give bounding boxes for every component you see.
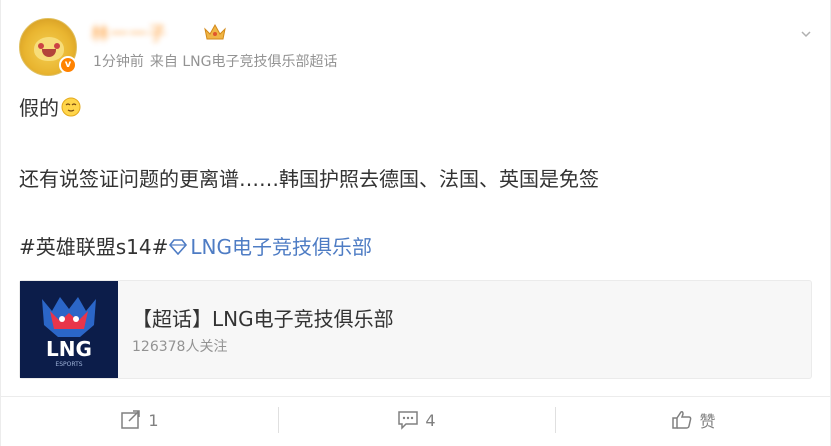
comment-count: 4 bbox=[425, 410, 436, 430]
post-meta: 1分钟前 来自 LNG电子竞技俱乐部超话 bbox=[93, 51, 344, 71]
like-icon bbox=[672, 411, 692, 429]
supertopic-card[interactable]: LNG ESPORTS 【超话】LNG电子竞技俱乐部 126378人关注 bbox=[19, 280, 812, 379]
post-time[interactable]: 1分钟前 bbox=[93, 54, 144, 70]
repost-icon bbox=[121, 410, 141, 429]
post-source[interactable]: 来自 LNG电子竞技俱乐部超话 bbox=[150, 54, 338, 70]
svg-text:ESPORTS: ESPORTS bbox=[55, 361, 82, 368]
crown-icon bbox=[204, 23, 226, 40]
emoji-icon bbox=[61, 97, 81, 117]
username[interactable]: 林一一子 bbox=[91, 20, 167, 45]
supertopic-follower-count: 126378人关注 bbox=[132, 339, 228, 355]
hashtag-link[interactable]: #英雄联盟s14# bbox=[19, 235, 168, 259]
supertopic-title[interactable]: 【超话】LNG电子竞技俱乐部 bbox=[132, 303, 394, 332]
comment-icon bbox=[398, 411, 419, 430]
post-text: 假的 bbox=[19, 96, 59, 120]
action-bar: 1 4 赞 bbox=[1, 396, 831, 446]
verified-badge-icon: v bbox=[59, 56, 77, 74]
like-button[interactable]: 赞 bbox=[555, 397, 831, 443]
supertopic-diamond-icon bbox=[169, 239, 188, 255]
svg-text:LNG: LNG bbox=[46, 337, 92, 361]
chevron-down-icon[interactable] bbox=[800, 28, 812, 40]
repost-count: 1 bbox=[148, 410, 159, 430]
lng-logo: LNG ESPORTS bbox=[20, 281, 118, 378]
supertopic-link[interactable]: LNG电子竞技俱乐部 bbox=[190, 235, 372, 259]
comment-button[interactable]: 4 bbox=[278, 397, 555, 443]
weibo-post-card: v 林一一子 1分钟前 来自 LNG电子竞技俱乐部超话 假的 还有说签证问题的更离… bbox=[0, 0, 831, 446]
like-label: 赞 bbox=[699, 412, 716, 431]
post-text-line-2: 还有说签证问题的更离谱……韩国护照去德国、法国、英国是免签 bbox=[19, 167, 599, 191]
post-text-line-3: #英雄联盟s14# LNG电子竞技俱乐部 bbox=[19, 233, 372, 261]
post-text-line-1: 假的 bbox=[19, 94, 81, 122]
repost-button[interactable]: 1 bbox=[1, 397, 278, 443]
